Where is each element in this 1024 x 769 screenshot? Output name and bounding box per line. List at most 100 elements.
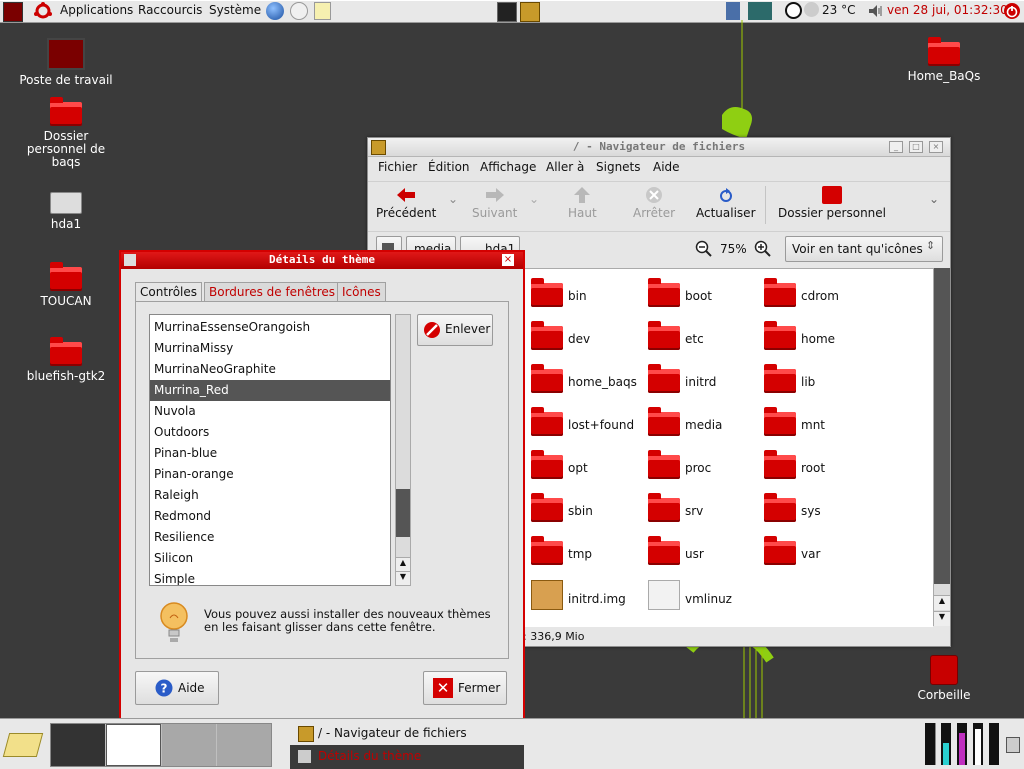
tab-window-borders[interactable]: Bordures de fenêtres xyxy=(204,282,341,301)
scroll-down-arrow-icon[interactable]: ▼ xyxy=(934,611,950,626)
workspace-3[interactable] xyxy=(162,724,216,766)
menu-shortcuts[interactable]: Raccourcis xyxy=(138,3,202,17)
menu-file[interactable]: Fichier xyxy=(378,160,417,174)
theme-list-item[interactable]: Pinan-orange xyxy=(150,464,390,485)
workspace-switcher[interactable] xyxy=(50,723,272,767)
zoom-out-icon[interactable] xyxy=(695,240,713,261)
theme-list-item[interactable]: MurrinaNeoGraphite xyxy=(150,359,390,380)
scroll-up-arrow-icon[interactable]: ▲ xyxy=(934,595,950,610)
desktop-icon-computer[interactable]: Poste de travail xyxy=(16,38,116,87)
desktop-icon-trash[interactable]: Corbeille xyxy=(894,655,994,702)
dialog-close-icon[interactable]: × xyxy=(502,254,514,266)
theme-list[interactable]: MurrinaEssenseOrangoish MurrinaMissy Murri… xyxy=(149,314,391,586)
desktop-icon-home-baqs[interactable]: Home_BaQs xyxy=(894,37,994,83)
theme-list-item[interactable]: MurrinaEssenseOrangoish xyxy=(150,317,390,338)
menu-help[interactable]: Aide xyxy=(653,160,680,174)
toolbar-overflow-chevron-icon[interactable]: ⌄ xyxy=(929,192,939,206)
theme-list-item[interactable]: Redmond xyxy=(150,506,390,527)
theme-list-item[interactable]: MurrinaMissy xyxy=(150,338,390,359)
folder-icon xyxy=(764,364,796,393)
terminal-icon[interactable] xyxy=(497,2,517,22)
desktop-icon-hda1[interactable]: hda1 xyxy=(16,192,116,231)
workspace-2[interactable] xyxy=(106,724,161,766)
show-desktop-icon[interactable] xyxy=(2,733,44,757)
forward-history-chevron-icon[interactable]: ⌄ xyxy=(529,192,539,206)
stop-button[interactable]: Arrêter xyxy=(633,186,675,220)
menu-go[interactable]: Aller à xyxy=(546,160,584,174)
file-manager-icon[interactable] xyxy=(520,2,540,22)
clock[interactable]: ven 28 jui, 01:32:30 xyxy=(887,3,1008,17)
mail-icon[interactable] xyxy=(290,2,308,20)
theme-list-item[interactable]: Pinan-blue xyxy=(150,443,390,464)
maximize-button[interactable]: □ xyxy=(909,141,923,153)
theme-list-item[interactable]: Outdoors xyxy=(150,422,390,443)
tab-controls[interactable]: Contrôles xyxy=(135,282,203,302)
scroll-down-arrow-icon[interactable]: ▼ xyxy=(396,571,410,585)
desktop-icon-toucan[interactable]: TOUCAN xyxy=(16,262,116,308)
task-file-manager[interactable]: / - Navigateur de fichiers xyxy=(290,722,524,744)
folder-icon xyxy=(531,536,563,565)
file-item-label: srv xyxy=(685,504,704,518)
zoom-level[interactable]: 75% xyxy=(720,242,747,256)
volume-icon[interactable] xyxy=(867,2,883,20)
file-manager-titlebar[interactable]: / - Navigateur de fichiers _ □ × xyxy=(368,138,950,157)
close-button[interactable]: ✕ Fermer xyxy=(423,671,507,705)
theme-list-item[interactable]: Simple xyxy=(150,569,390,585)
home-folder-icon xyxy=(50,97,82,126)
minimize-button[interactable]: _ xyxy=(889,141,903,153)
menu-edit[interactable]: Édition xyxy=(428,160,470,174)
folder-icon xyxy=(764,536,796,565)
scroll-up-arrow-icon[interactable]: ▲ xyxy=(396,557,410,571)
temperature[interactable]: 23 °C xyxy=(822,3,855,17)
folder-icon xyxy=(648,321,680,350)
theme-list-item[interactable]: Resilience xyxy=(150,527,390,548)
file-view-scrollbar[interactable]: ▲ ▼ xyxy=(933,268,950,626)
theme-list-item[interactable]: Murrina_Red xyxy=(150,380,390,401)
theme-list-scrollbar[interactable]: ▲ ▼ xyxy=(395,314,411,586)
globe-icon[interactable] xyxy=(266,2,284,20)
task-theme-details[interactable]: Détails du thème xyxy=(290,745,524,769)
theme-list-item[interactable]: Nuvola xyxy=(150,401,390,422)
scrollbar-thumb[interactable] xyxy=(934,268,950,584)
toolbar-separator xyxy=(765,186,766,224)
menu-system[interactable]: Système xyxy=(209,3,261,17)
monitor-icon[interactable] xyxy=(3,2,23,22)
folder-icon xyxy=(764,407,796,436)
view-mode-select[interactable]: Voir en tant qu'icônes ⇕ xyxy=(785,236,943,262)
weather-icon[interactable] xyxy=(804,2,819,17)
theme-list-item[interactable]: Raleigh xyxy=(150,485,390,506)
forward-button[interactable]: Suivant xyxy=(472,186,517,220)
update-icon[interactable] xyxy=(785,2,802,19)
system-monitor-icon[interactable] xyxy=(748,2,772,20)
menu-applications[interactable]: Applications xyxy=(60,3,133,17)
file-item-label: sbin xyxy=(568,504,593,518)
home-folder-icon xyxy=(822,186,842,204)
back-history-chevron-icon[interactable]: ⌄ xyxy=(448,192,458,206)
menu-view[interactable]: Affichage xyxy=(480,160,536,174)
network-icon[interactable] xyxy=(726,2,740,20)
dialog-titlebar[interactable]: Détails du thème × xyxy=(121,252,523,269)
ubuntu-logo-icon[interactable] xyxy=(34,2,52,20)
notepad-icon[interactable] xyxy=(314,2,331,20)
theme-list-item[interactable]: Silicon xyxy=(150,548,390,569)
window-list-icon[interactable] xyxy=(1006,737,1020,753)
desktop-icon-home[interactable]: Dossier personnel de baqs xyxy=(16,97,116,169)
workspace-4[interactable] xyxy=(217,724,271,766)
back-button[interactable]: Précédent xyxy=(376,186,436,220)
close-button[interactable]: × xyxy=(929,141,943,153)
reload-button[interactable]: Actualiser xyxy=(696,186,756,220)
folder-icon xyxy=(50,337,82,366)
system-monitor-applet[interactable] xyxy=(925,723,1001,765)
power-icon[interactable] xyxy=(1003,2,1021,20)
up-button[interactable]: Haut xyxy=(568,186,597,220)
tab-icons[interactable]: Icônes xyxy=(337,282,386,301)
remove-button[interactable]: Enlever xyxy=(417,314,493,346)
scrollbar-thumb[interactable] xyxy=(396,489,410,537)
help-button[interactable]: ? Aide xyxy=(135,671,219,705)
desktop-icon-bluefish[interactable]: bluefish-gtk2 xyxy=(16,337,116,383)
theme-details-dialog: Détails du thème × Contrôles Bordures de… xyxy=(119,250,525,722)
zoom-in-icon[interactable] xyxy=(754,240,772,261)
workspace-1[interactable] xyxy=(51,724,105,766)
menu-bookmarks[interactable]: Signets xyxy=(596,160,641,174)
home-button[interactable]: Dossier personnel xyxy=(778,186,886,220)
